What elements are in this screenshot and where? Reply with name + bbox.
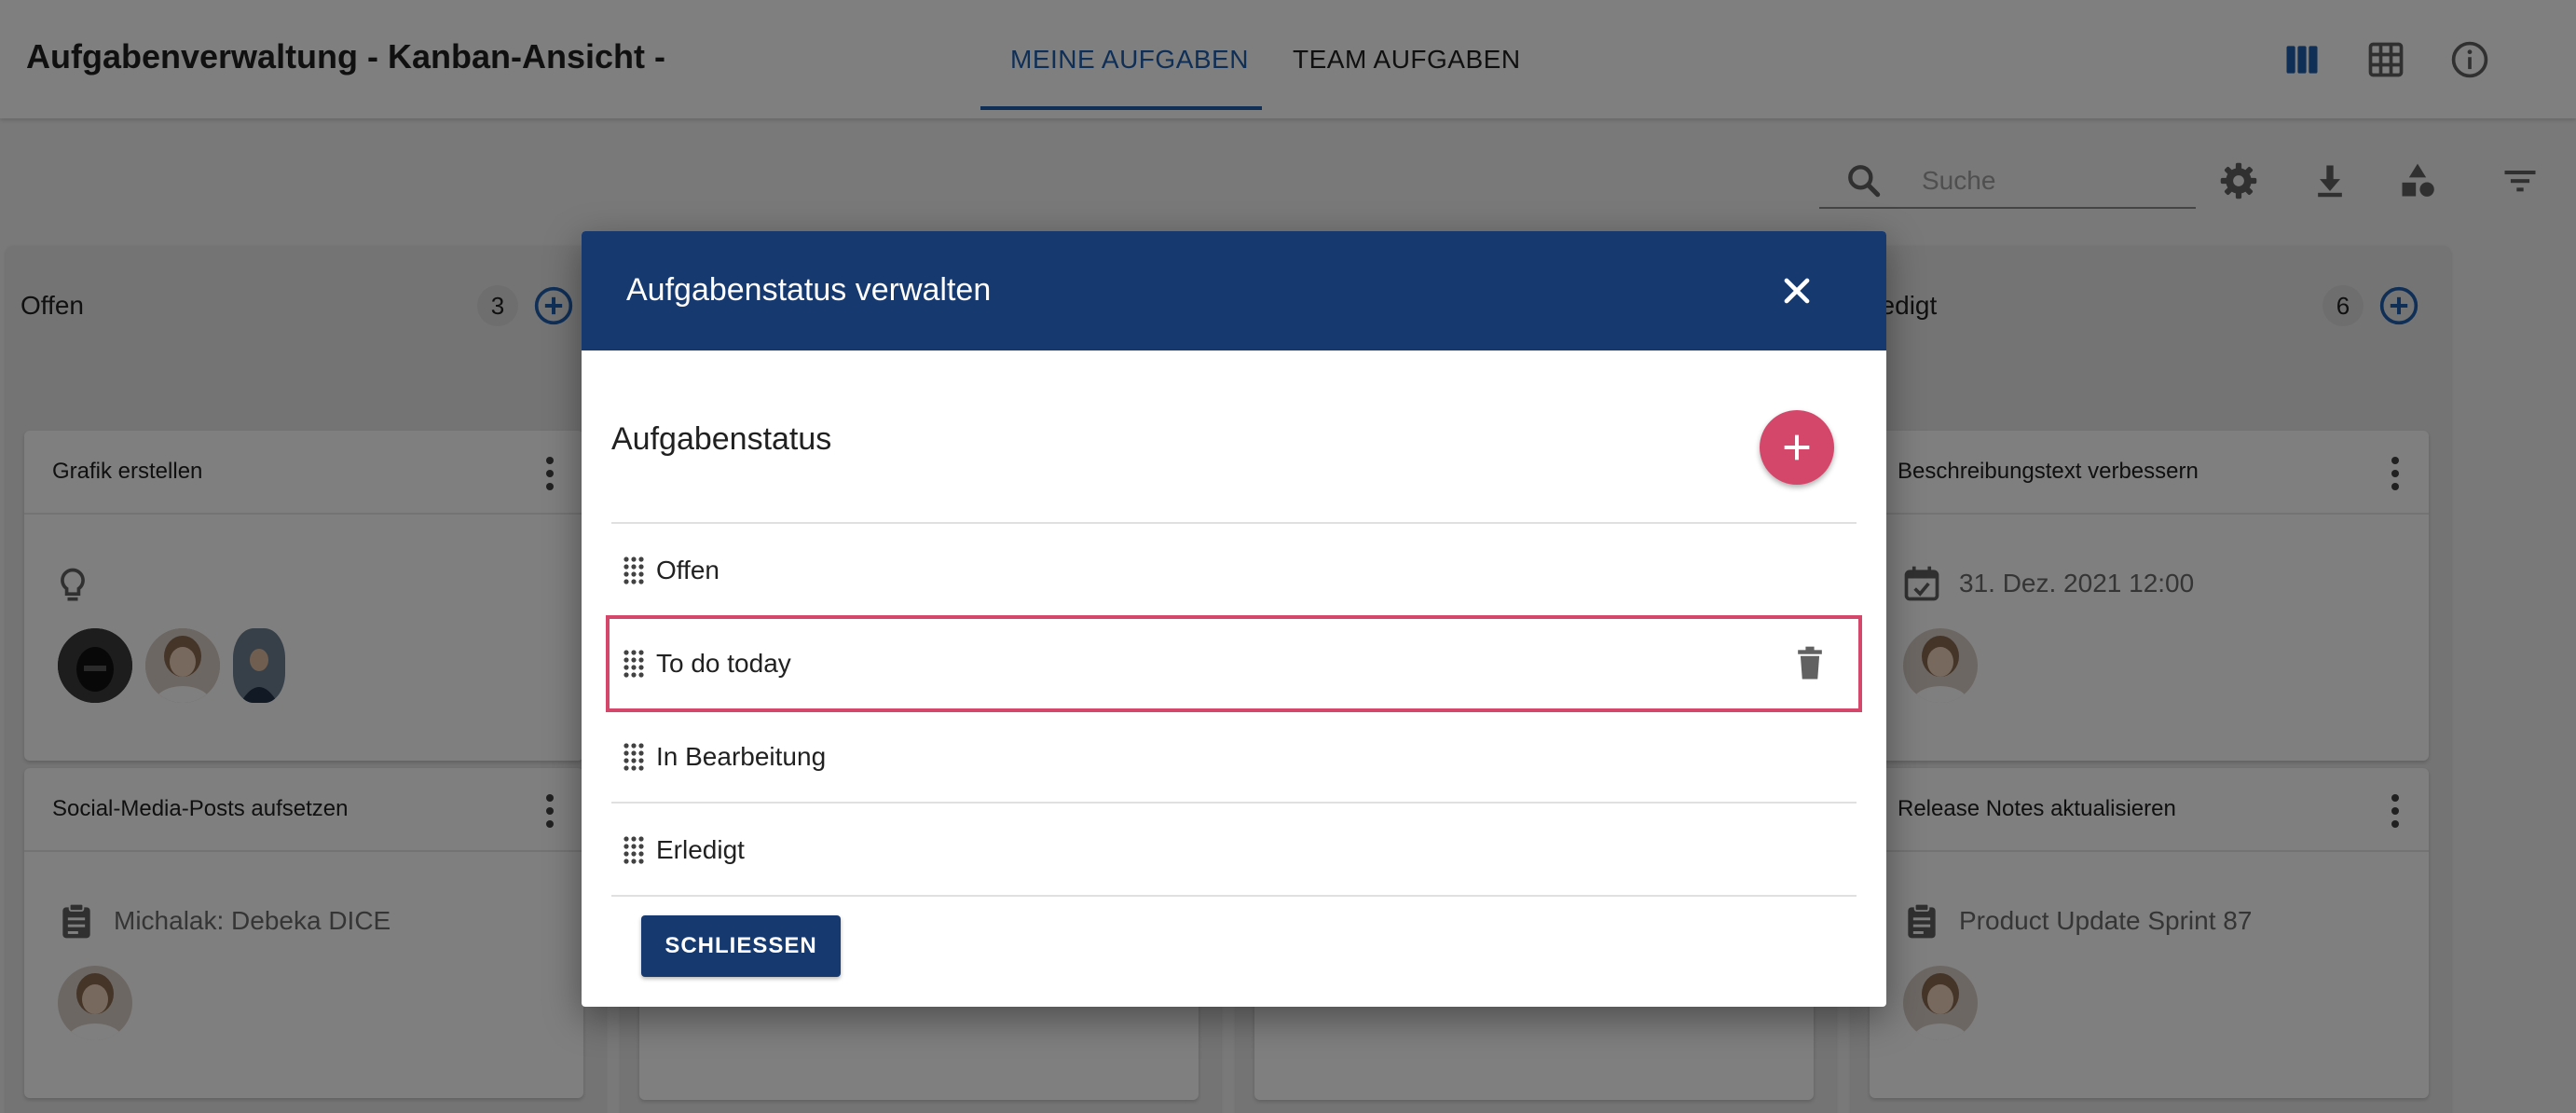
- close-icon[interactable]: [1776, 270, 1817, 311]
- status-row[interactable]: Erledigt: [611, 804, 1857, 897]
- status-row[interactable]: In Bearbeitung: [611, 710, 1857, 804]
- section-title: Aufgabenstatus: [611, 421, 832, 457]
- dialog-header: Aufgabenstatus verwalten: [582, 231, 1886, 350]
- drag-handle-icon[interactable]: [623, 649, 645, 679]
- drag-handle-icon[interactable]: [623, 742, 645, 772]
- plus-icon: [1784, 434, 1810, 460]
- status-row[interactable]: Offen: [611, 524, 1857, 617]
- dialog-title: Aufgabenstatus verwalten: [626, 272, 992, 308]
- manage-status-dialog: Aufgabenstatus verwalten Aufgabenstatus …: [582, 231, 1886, 1007]
- status-label: Erledigt: [656, 835, 745, 864]
- close-dialog-button[interactable]: SCHLIESSEN: [641, 915, 841, 977]
- status-label: In Bearbeitung: [656, 742, 827, 771]
- add-status-button[interactable]: [1760, 410, 1834, 485]
- status-row-selected[interactable]: To do today: [606, 615, 1862, 712]
- delete-icon[interactable]: [1789, 643, 1830, 684]
- status-label: To do today: [656, 649, 791, 678]
- drag-handle-icon[interactable]: [623, 835, 645, 865]
- drag-handle-icon[interactable]: [623, 556, 645, 585]
- status-label: Offen: [656, 556, 719, 584]
